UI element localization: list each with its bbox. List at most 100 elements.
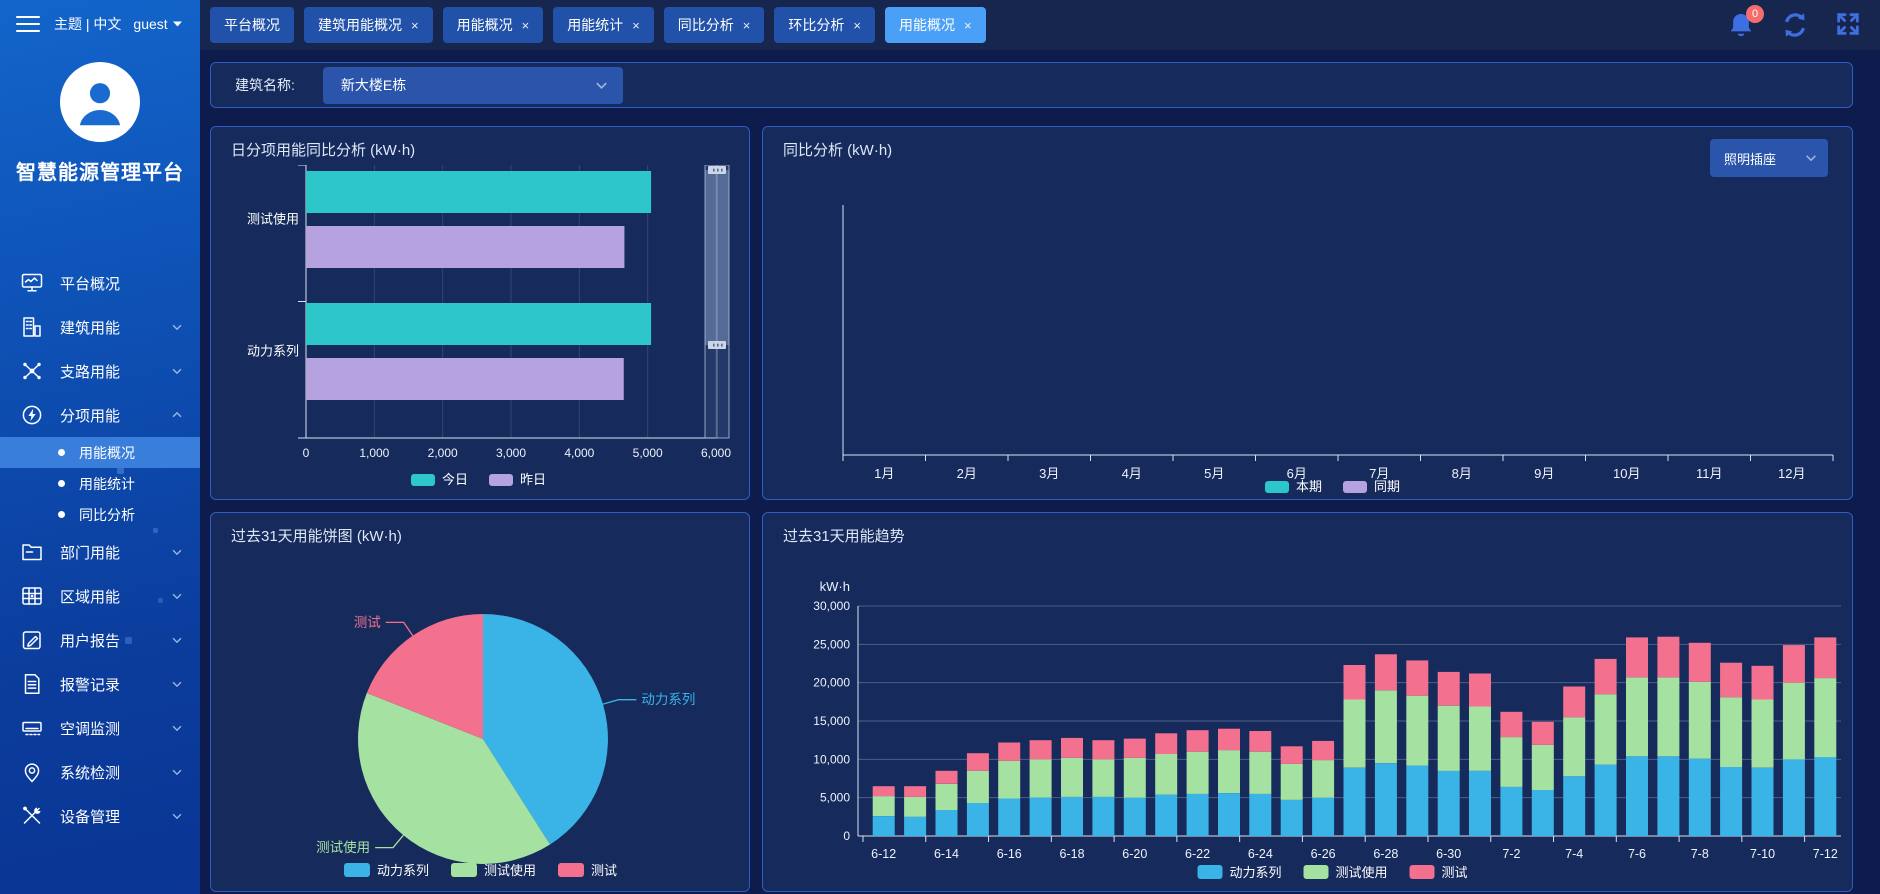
legend-entry[interactable]: 动力系列 xyxy=(344,863,429,878)
sidebar-item-系统检测[interactable]: 系统检测 xyxy=(0,750,200,794)
sidebar-subitem-用能统计[interactable]: 用能统计 xyxy=(0,468,200,499)
stacked-bar[interactable] xyxy=(1814,637,1836,836)
svg-text:10,000: 10,000 xyxy=(813,752,850,766)
chevron-down-icon xyxy=(170,765,184,779)
theme-language-switch[interactable]: 主题 | 中文 xyxy=(54,14,121,34)
legend-entry[interactable]: 今日 xyxy=(411,472,468,487)
stacked-bar[interactable] xyxy=(1124,739,1146,836)
legend-entry[interactable]: 测试 xyxy=(558,863,617,878)
stacked-bar[interactable] xyxy=(904,786,926,836)
stacked-bar[interactable] xyxy=(1595,659,1617,836)
sidebar-item-部门用能[interactable]: 部门用能 xyxy=(0,530,200,574)
sidebar-item-label: 空调监测 xyxy=(60,718,120,739)
svg-text:6-16: 6-16 xyxy=(997,847,1022,861)
tab-环比分析[interactable]: 环比分析× xyxy=(774,7,875,43)
sidebar-item-区域用能[interactable]: 区域用能 xyxy=(0,574,200,618)
sidebar-item-label: 部门用能 xyxy=(60,542,120,563)
subitem-icon xyxy=(20,403,44,427)
legend-entry[interactable]: 动力系列 xyxy=(1198,865,1282,880)
legend-entry[interactable]: 同期 xyxy=(1343,479,1400,494)
stacked-bar[interactable] xyxy=(936,771,958,836)
stacked-bar[interactable] xyxy=(1218,729,1240,836)
sidebar-item-报警记录[interactable]: 报警记录 xyxy=(0,662,200,706)
stacked-bar[interactable] xyxy=(1061,738,1083,836)
user-menu[interactable]: guest xyxy=(133,16,182,32)
svg-text:测试使用: 测试使用 xyxy=(247,212,299,227)
stacked-bar[interactable] xyxy=(1752,666,1774,836)
stacked-bar[interactable] xyxy=(1030,740,1052,836)
svg-text:7-6: 7-6 xyxy=(1628,847,1646,861)
tab-用能概况[interactable]: 用能概况× xyxy=(443,7,544,43)
yoy-chart: 1月2月3月4月5月6月7月8月9月10月11月12月本期同期 xyxy=(773,165,1844,495)
sidebar-subitem-用能概况[interactable]: 用能概况 xyxy=(0,437,200,468)
stacked-bar[interactable] xyxy=(998,743,1020,837)
stacked-bar[interactable] xyxy=(967,753,989,836)
sidebar-item-平台概况[interactable]: 平台概况 xyxy=(0,261,200,305)
legend-entry[interactable]: 昨日 xyxy=(489,472,546,487)
svg-text:7-8: 7-8 xyxy=(1691,847,1709,861)
svg-text:测试使用: 测试使用 xyxy=(316,839,370,855)
hamburger-menu-icon[interactable] xyxy=(16,11,40,37)
svg-text:5,000: 5,000 xyxy=(633,446,663,460)
stacked-bar[interactable] xyxy=(1563,687,1585,837)
stacked-bar[interactable] xyxy=(1689,643,1711,836)
stacked-bar[interactable] xyxy=(1375,654,1397,836)
close-icon[interactable]: × xyxy=(411,18,419,33)
datazoom-slider[interactable] xyxy=(705,165,729,438)
sidebar-item-空调监测[interactable]: 空调监测 xyxy=(0,706,200,750)
close-icon[interactable]: × xyxy=(632,18,640,33)
day-comparison-chart: 01,0002,0003,0004,0005,0006,000测试使用动力系列今… xyxy=(221,165,741,495)
stacked-bar[interactable] xyxy=(1469,674,1491,837)
tab-同比分析[interactable]: 同比分析× xyxy=(664,7,765,43)
stacked-bar[interactable] xyxy=(1249,731,1271,836)
stacked-bar[interactable] xyxy=(1281,746,1303,836)
sidebar-item-建筑用能[interactable]: 建筑用能 xyxy=(0,305,200,349)
building-select[interactable]: 新大楼E栋 xyxy=(323,67,623,104)
stacked-bar[interactable] xyxy=(1406,660,1428,836)
stacked-bar[interactable] xyxy=(1312,741,1334,836)
legend-entry[interactable]: 测试使用 xyxy=(451,863,536,878)
chevron-down-icon xyxy=(170,545,184,559)
stacked-bar[interactable] xyxy=(1092,740,1114,836)
tab-用能概况[interactable]: 用能概况× xyxy=(885,7,986,43)
legend-entry[interactable]: 测试使用 xyxy=(1304,865,1388,880)
sidebar-item-支路用能[interactable]: 支路用能 xyxy=(0,349,200,393)
pie-chart: 动力系列测试使用测试动力系列测试使用测试 xyxy=(211,551,751,893)
stacked-bar[interactable] xyxy=(1532,722,1554,836)
close-icon[interactable]: × xyxy=(853,18,861,33)
sidebar-subitem-同比分析[interactable]: 同比分析 xyxy=(0,499,200,530)
tab-用能统计[interactable]: 用能统计× xyxy=(553,7,654,43)
tab-strip: 平台概况建筑用能概况×用能概况×用能统计×同比分析×环比分析×用能概况× xyxy=(210,7,986,43)
svg-text:动力系列: 动力系列 xyxy=(377,863,429,878)
stacked-bar[interactable] xyxy=(1500,712,1522,836)
close-icon[interactable]: × xyxy=(964,18,972,33)
refresh-icon[interactable] xyxy=(1780,10,1810,40)
fullscreen-icon[interactable] xyxy=(1834,10,1864,40)
avatar xyxy=(60,62,140,142)
close-icon[interactable]: × xyxy=(522,18,530,33)
svg-text:7-12: 7-12 xyxy=(1813,847,1838,861)
tab-建筑用能概况[interactable]: 建筑用能概况 × xyxy=(304,7,433,43)
legend-entry[interactable]: 本期 xyxy=(1265,479,1322,494)
sidebar-item-设备管理[interactable]: 设备管理 xyxy=(0,794,200,838)
sidebar-item-用户报告[interactable]: 用户报告 xyxy=(0,618,200,662)
stacked-bar[interactable] xyxy=(1720,663,1742,836)
stacked-bar[interactable] xyxy=(1438,672,1460,836)
svg-text:15,000: 15,000 xyxy=(813,714,850,728)
stacked-bar[interactable] xyxy=(1187,730,1209,836)
stacked-bar[interactable] xyxy=(1344,665,1366,836)
tab-label: 建筑用能概况 xyxy=(318,15,402,35)
stacked-bar[interactable] xyxy=(1155,733,1177,836)
bell-icon[interactable]: 0 xyxy=(1726,10,1756,40)
person-icon xyxy=(69,71,131,133)
stacked-bar[interactable] xyxy=(1626,637,1648,836)
legend-entry[interactable]: 测试 xyxy=(1410,865,1468,880)
sidebar-item-分项用能[interactable]: 分项用能 xyxy=(0,393,200,437)
stacked-bar[interactable] xyxy=(1657,637,1679,836)
stacked-bar[interactable] xyxy=(1783,645,1805,836)
stacked-bar[interactable] xyxy=(873,786,895,836)
close-icon[interactable]: × xyxy=(743,18,751,33)
tab-平台概况[interactable]: 平台概况 xyxy=(210,7,294,43)
panel-day-comparison: 日分项用能同比分析 (kW·h) 01,0002,0003,0004,0005,… xyxy=(210,126,750,500)
sidebar-subitem-label: 用能统计 xyxy=(79,474,135,494)
